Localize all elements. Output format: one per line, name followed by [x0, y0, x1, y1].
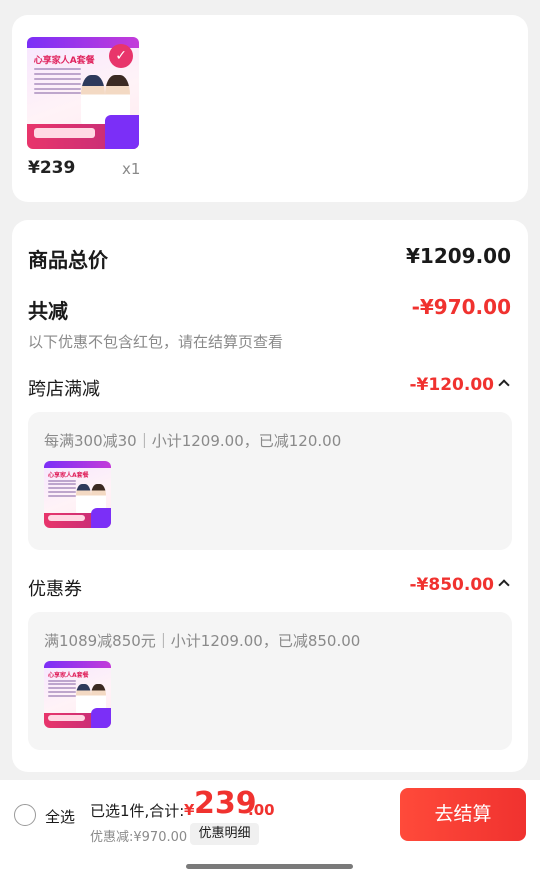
- select-all-label[interactable]: 全选: [45, 806, 75, 827]
- chevron-up-icon: [498, 379, 510, 391]
- discount-detail-button[interactable]: 优惠明细: [190, 823, 259, 845]
- check-icon: ✓: [108, 43, 134, 69]
- checkout-button[interactable]: 去结算: [400, 788, 526, 841]
- discount-label: 共减: [28, 299, 68, 323]
- total-price-value: ¥1209.00: [405, 244, 511, 268]
- total-decimals: .00: [248, 801, 275, 819]
- cross-store-panel: 每满300减30｜小计1209.00，已减120.00 心享家人A套餐: [28, 412, 512, 550]
- cross-store-rule: 每满300减30｜小计1209.00，已减120.00: [44, 432, 342, 450]
- coupon-toggle[interactable]: -¥850.00: [409, 575, 510, 595]
- coupon-panel: 满1089减850元｜小计1209.00，已减850.00 心享家人A套餐: [28, 612, 512, 750]
- coupon-value: -¥850.00: [409, 575, 495, 595]
- coupon-rule: 满1089减850元｜小计1209.00，已减850.00: [44, 632, 361, 650]
- product-price: ¥239: [28, 158, 76, 178]
- total-price-label: 商品总价: [28, 248, 108, 272]
- product-card: 心享家人A套餐 ✓: [12, 15, 528, 202]
- cross-store-label: 跨店满减: [28, 379, 100, 400]
- saved-amount: 优惠减:¥970.00: [90, 830, 188, 845]
- coupon-label: 优惠券: [28, 579, 82, 600]
- product-image-title: 心享家人A套餐: [33, 55, 95, 66]
- checkout-bar: 全选 已选1件,合计: ¥ 239 .00 优惠减:¥970.00 优惠明细 去…: [0, 780, 540, 883]
- discount-value: -¥970.00: [411, 295, 511, 319]
- selected-summary: 已选1件,合计:: [90, 802, 185, 820]
- cross-store-toggle[interactable]: -¥120.00: [409, 375, 510, 395]
- chevron-up-icon: [498, 579, 510, 591]
- product-quantity: x1: [122, 160, 141, 178]
- select-all-radio[interactable]: [14, 804, 36, 826]
- product-image[interactable]: 心享家人A套餐: [44, 661, 111, 728]
- total-currency: ¥: [184, 801, 195, 819]
- product-image[interactable]: 心享家人A套餐: [44, 461, 111, 528]
- cross-store-value: -¥120.00: [409, 375, 495, 395]
- discount-hint: 以下优惠不包含红包，请在结算页查看: [28, 333, 284, 351]
- product-image[interactable]: 心享家人A套餐 ✓: [27, 37, 139, 149]
- home-indicator[interactable]: [186, 864, 353, 869]
